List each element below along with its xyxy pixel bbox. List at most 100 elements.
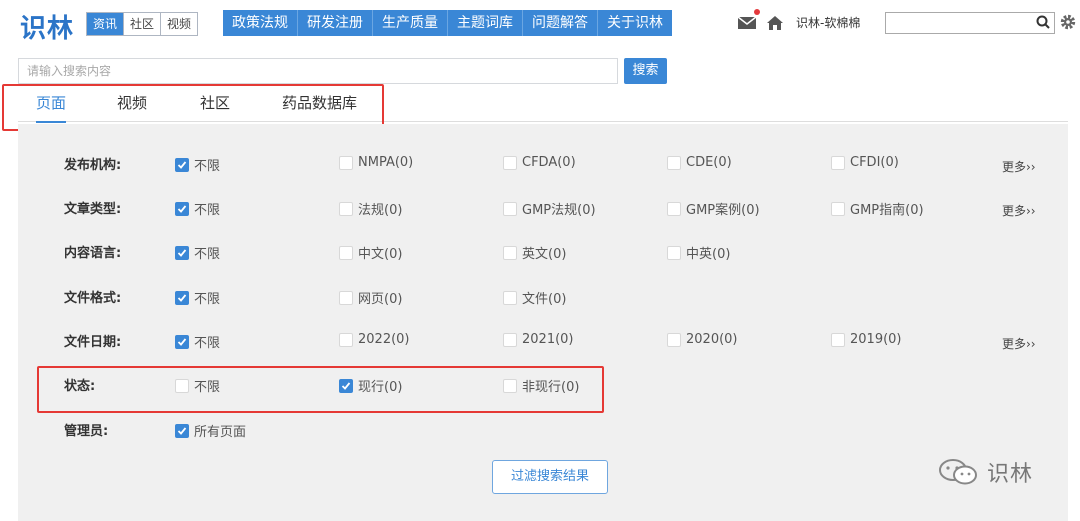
home-icon[interactable] <box>766 12 788 34</box>
checkbox-checked[interactable] <box>175 201 189 216</box>
filter-option[interactable]: 不限 <box>175 155 220 174</box>
checkbox[interactable] <box>831 201 845 216</box>
filter-option-label: 2019(0) <box>850 332 902 347</box>
checkbox[interactable] <box>503 245 517 260</box>
notification-dot <box>754 9 760 15</box>
filter-option[interactable]: 2022(0) <box>339 332 410 347</box>
checkbox-checked[interactable] <box>175 157 189 172</box>
checkbox[interactable] <box>503 155 517 170</box>
filter-option[interactable]: CFDA(0) <box>503 155 576 170</box>
username[interactable]: 识林-软棉棉 <box>796 12 860 34</box>
filter-option[interactable]: 2019(0) <box>831 332 902 347</box>
checkbox[interactable] <box>831 332 845 347</box>
checkbox[interactable] <box>503 332 517 347</box>
filter-option[interactable]: 网页(0) <box>339 288 402 307</box>
filter-row: 管理员: 所有页面 <box>18 418 1068 442</box>
toggle-news[interactable]: 资讯 <box>87 13 124 35</box>
filter-option-label: 2020(0) <box>686 332 738 347</box>
mail-icon[interactable] <box>737 9 760 34</box>
search-icon[interactable] <box>1036 15 1050 33</box>
filter-option-label: GMP案例(0) <box>686 203 760 218</box>
nav-qa[interactable]: 问题解答 <box>522 10 597 36</box>
filter-option[interactable]: 2021(0) <box>503 332 574 347</box>
content-type-toggle: 资讯 社区 视频 <box>86 12 199 36</box>
nav-production-quality[interactable]: 生产质量 <box>372 10 447 36</box>
checkbox-checked[interactable] <box>175 334 189 349</box>
filter-option[interactable]: NMPA(0) <box>339 155 413 170</box>
filter-option[interactable]: GMP指南(0) <box>831 199 924 218</box>
filter-option[interactable]: 中文(0) <box>339 243 402 262</box>
header-search-input[interactable] <box>885 12 1055 34</box>
filter-option[interactable]: 不限 <box>175 332 220 351</box>
filter-option-label: 中英(0) <box>686 247 731 262</box>
filter-option[interactable]: 文件(0) <box>503 288 566 307</box>
checkbox-checked[interactable] <box>175 245 189 260</box>
search-input[interactable] <box>18 58 618 84</box>
checkbox[interactable] <box>831 155 845 170</box>
filter-option[interactable]: 不限 <box>175 199 220 218</box>
filter-option-label: 不限 <box>194 292 221 307</box>
filter-label: 发布机构: <box>64 158 122 173</box>
filter-label: 文件日期: <box>64 335 122 350</box>
wechat-icon <box>939 459 977 485</box>
checkbox[interactable] <box>667 332 681 347</box>
checkbox-checked[interactable] <box>175 290 189 305</box>
search-button[interactable]: 搜索 <box>624 58 667 84</box>
filter-option[interactable]: CFDI(0) <box>831 155 899 170</box>
filter-results-button[interactable]: 过滤搜索结果 <box>492 460 608 494</box>
nav-thesaurus[interactable]: 主题词库 <box>447 10 522 36</box>
checkbox[interactable] <box>339 290 353 305</box>
toggle-video[interactable]: 视频 <box>160 13 198 35</box>
filter-option-label: CFDA(0) <box>522 155 576 170</box>
filter-option[interactable]: 英文(0) <box>503 243 566 262</box>
nav-rd-registration[interactable]: 研发注册 <box>297 10 372 36</box>
filter-option[interactable]: 不限 <box>175 243 220 262</box>
checkbox[interactable] <box>667 245 681 260</box>
checkbox[interactable] <box>667 201 681 216</box>
watermark: 识林 <box>937 456 1033 488</box>
filter-option-label: GMP指南(0) <box>850 203 924 218</box>
toggle-community[interactable]: 社区 <box>123 13 161 35</box>
filter-option[interactable]: GMP案例(0) <box>667 199 760 218</box>
filter-option-label: 法规(0) <box>358 203 403 218</box>
checkbox[interactable] <box>503 201 517 216</box>
more-link[interactable]: 更多›› <box>1002 335 1036 352</box>
filter-option-label: 不限 <box>194 203 221 218</box>
gear-icon[interactable] <box>1059 13 1077 35</box>
nav-policy[interactable]: 政策法规 <box>223 10 297 36</box>
filter-label: 文件格式: <box>64 291 122 306</box>
filter-option[interactable]: GMP法规(0) <box>503 199 596 218</box>
filter-option[interactable]: 不限 <box>175 288 220 307</box>
filter-label: 内容语言: <box>64 246 122 261</box>
filter-option-label: 英文(0) <box>522 247 567 262</box>
filter-row: 发布机构: 不限 NMPA(0) CFDA(0) CDE(0) CFDI(0) 更多›› <box>18 152 1068 176</box>
checkbox[interactable] <box>339 332 353 347</box>
filter-option[interactable]: 2020(0) <box>667 332 738 347</box>
nav-about[interactable]: 关于识林 <box>597 10 672 36</box>
checkbox[interactable] <box>667 155 681 170</box>
filter-option[interactable]: CDE(0) <box>667 155 732 170</box>
filter-row: 文件日期: 不限 2022(0) 2021(0) 2020(0) 2019(0) 更多›› <box>18 329 1068 353</box>
filter-option-label: 中文(0) <box>358 247 403 262</box>
filter-option-label: 不限 <box>194 159 221 174</box>
filter-option[interactable]: 所有页面 <box>175 421 246 440</box>
checkbox[interactable] <box>339 155 353 170</box>
filter-option-label: 文件(0) <box>522 292 567 307</box>
more-link[interactable]: 更多›› <box>1002 158 1036 175</box>
checkbox[interactable] <box>339 245 353 260</box>
filter-option-label: 不限 <box>194 336 221 351</box>
filter-option-label: CFDI(0) <box>850 155 899 170</box>
filter-option-label: 2021(0) <box>522 332 574 347</box>
filter-option-label: 不限 <box>194 247 221 262</box>
filter-row: 文件格式: 不限 网页(0) 文件(0) <box>18 285 1068 309</box>
more-link[interactable]: 更多›› <box>1002 202 1036 219</box>
top-header: 识林 资讯 社区 视频 政策法规 研发注册 生产质量 主题词库 问题解答 关于识… <box>0 0 1080 48</box>
checkbox[interactable] <box>339 201 353 216</box>
checkbox-checked[interactable] <box>175 423 189 438</box>
filter-option[interactable]: 中英(0) <box>667 243 730 262</box>
checkbox[interactable] <box>503 290 517 305</box>
filter-option[interactable]: 法规(0) <box>339 199 402 218</box>
filter-option-label: 网页(0) <box>358 292 403 307</box>
site-logo[interactable]: 识林 <box>20 8 74 45</box>
filter-option-label: 所有页面 <box>194 425 247 440</box>
